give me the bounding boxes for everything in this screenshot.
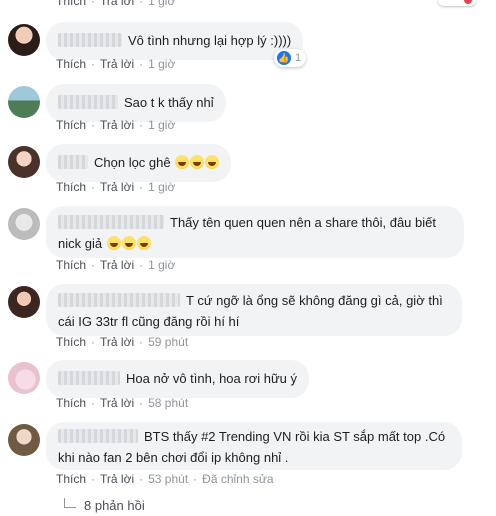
reply-link[interactable]: Trả lời — [100, 396, 134, 410]
comment-bubble: Thấy tên quen quen nên a share thôi, đâu… — [46, 206, 464, 258]
like-link[interactable]: Thích — [56, 396, 86, 410]
comment-time: 1 giờ — [148, 57, 176, 71]
laughing-emoji-icon — [205, 155, 220, 169]
reply-link[interactable]: Trả lời — [100, 118, 134, 132]
reply-link[interactable]: Trả lời — [100, 57, 134, 71]
comment-actions: Thích · Trả lời · 1 giờ — [56, 180, 176, 194]
comment-time: 1 giờ — [148, 180, 176, 194]
more-replies-label: 8 phản hồi — [84, 498, 145, 513]
comment-time: 1 giờ — [148, 258, 176, 272]
comment-time: 1 giờ — [148, 0, 176, 8]
like-link[interactable]: Thích — [56, 0, 86, 8]
comment-text: Chọn lọc ghê — [94, 155, 171, 170]
comment-actions: Thích · Trả lời · 59 phút — [56, 335, 189, 349]
commenter-name[interactable] — [58, 215, 164, 229]
avatar[interactable] — [8, 86, 40, 118]
reply-link[interactable]: Trả lời — [100, 0, 134, 8]
reply-link[interactable]: Trả lời — [100, 335, 134, 349]
reaction-badge[interactable] — [438, 0, 476, 6]
reply-link[interactable]: Trả lời — [100, 180, 134, 194]
avatar[interactable] — [8, 362, 40, 394]
previous-comment-actions: Thích · Trả lời · 1 giờ — [56, 0, 175, 8]
commenter-name[interactable] — [58, 33, 122, 47]
reaction-count-badge[interactable]: 👍 1 — [274, 49, 307, 67]
comment-bubble: Vô tình nhưng lại hợp lý :)))) — [46, 22, 304, 60]
like-link[interactable]: Thích — [56, 472, 86, 486]
like-link[interactable]: Thích — [56, 258, 86, 272]
comment-bubble: BTS thấy #2 Trending VN rồi kia ST sắp m… — [46, 422, 462, 470]
laughing-emoji-icon — [136, 236, 151, 250]
laughing-emoji-icon — [106, 236, 121, 250]
like-link[interactable]: Thích — [56, 180, 86, 194]
comment-text: Hoa nở vô tình, hoa rơi hữu ý — [126, 371, 298, 386]
comment-text: Vô tình nhưng lại hợp lý :)))) — [128, 33, 292, 48]
like-link[interactable]: Thích — [56, 118, 86, 132]
comment-actions: Thích · Trả lời · 58 phút — [56, 396, 189, 410]
avatar[interactable] — [8, 24, 40, 56]
like-icon: 👍 — [277, 51, 291, 65]
avatar[interactable] — [8, 208, 40, 240]
commenter-name[interactable] — [58, 95, 118, 109]
laughing-emoji-icon — [121, 236, 136, 250]
avatar[interactable] — [8, 146, 40, 178]
view-more-replies[interactable]: 8 phản hồi — [64, 497, 145, 513]
comment-actions: Thích · Trả lời · 53 phút · Đã chỉnh sửa — [56, 472, 274, 486]
commenter-name[interactable] — [58, 293, 180, 307]
reply-arrow-icon — [64, 497, 76, 508]
comment-actions: Thích · Trả lời · 1 giờ — [56, 118, 176, 132]
commenter-name[interactable] — [58, 371, 120, 385]
like-link[interactable]: Thích — [56, 57, 86, 71]
comment-actions: Thích · Trả lời · 1 giờ — [56, 57, 176, 71]
avatar[interactable] — [8, 424, 40, 456]
comment-actions: Thích · Trả lời · 1 giờ — [56, 258, 176, 272]
reply-link[interactable]: Trả lời — [100, 472, 134, 486]
comment-time: 53 phút — [148, 472, 189, 486]
comment-bubble: T cứ ngỡ là ổng sẽ không đăng gì cả, giờ… — [46, 284, 462, 336]
comment-bubble: Hoa nở vô tình, hoa rơi hữu ý — [46, 360, 310, 398]
like-link[interactable]: Thích — [56, 335, 86, 349]
commenter-name[interactable] — [58, 155, 88, 169]
avatar[interactable] — [8, 286, 40, 318]
comment-time: 59 phút — [148, 335, 189, 349]
laughing-emoji-icon — [175, 155, 190, 169]
comment-text: Sao t k thấy nhỉ — [124, 95, 214, 110]
laughing-emoji-icon — [190, 155, 205, 169]
comment-time: 58 phút — [148, 396, 189, 410]
reply-link[interactable]: Trả lời — [100, 258, 134, 272]
comment-bubble: Chọn lọc ghê — [46, 144, 232, 182]
edited-label[interactable]: Đã chỉnh sửa — [202, 472, 273, 486]
commenter-name[interactable] — [58, 429, 138, 443]
comment-time: 1 giờ — [148, 118, 176, 132]
